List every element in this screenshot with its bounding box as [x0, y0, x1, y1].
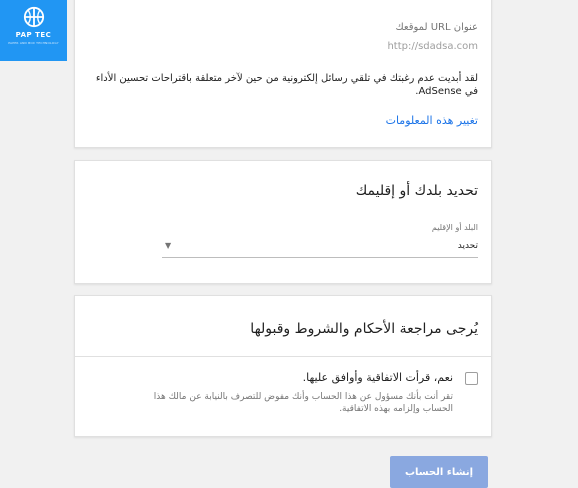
- email-preference-notice: لقد أبديت عدم رغبتك في تلقي رسائل إلكترو…: [95, 73, 478, 97]
- terms-section-title: يُرجى مراجعة الأحكام والشروط وقبولها: [250, 321, 478, 337]
- url-label: عنوان URL لموقعك: [395, 22, 478, 33]
- country-select-value: تحديد: [457, 241, 478, 251]
- country-section-title: تحديد بلدك أو إقليمك: [355, 183, 478, 199]
- agree-description: تقر أنت بأنك مسؤول عن هذا الحساب وأنك مف…: [153, 392, 453, 414]
- country-card: تحديد بلدك أو إقليمك البلد أو الإقليم تح…: [74, 160, 492, 284]
- change-info-link[interactable]: تغيير هذه المعلومات: [386, 114, 478, 127]
- url-value: http://sdadsa.com: [387, 41, 478, 52]
- agree-checkbox[interactable]: [465, 372, 478, 385]
- site-info-card: عنوان URL لموقعك http://sdadsa.com لقد أ…: [74, 0, 492, 148]
- logo: PAP TEC PAPER AND BOX TECHNOLOGY: [0, 0, 67, 61]
- dropdown-arrow-icon: ▼: [165, 241, 172, 250]
- logo-brand: PAP TEC: [15, 31, 52, 39]
- terms-card: يُرجى مراجعة الأحكام والشروط وقبولها نعم…: [74, 295, 492, 437]
- create-account-button[interactable]: إنشاء الحساب: [390, 456, 488, 488]
- logo-tagline: PAPER AND BOX TECHNOLOGY: [8, 41, 59, 45]
- country-select[interactable]: تحديد ▼: [162, 236, 478, 258]
- agree-label[interactable]: نعم، قرأت الاتفاقية وأوافق عليها.: [303, 371, 453, 384]
- country-field-label: البلد أو الإقليم: [431, 223, 478, 232]
- divider: [75, 356, 491, 357]
- globe-icon: [23, 6, 44, 28]
